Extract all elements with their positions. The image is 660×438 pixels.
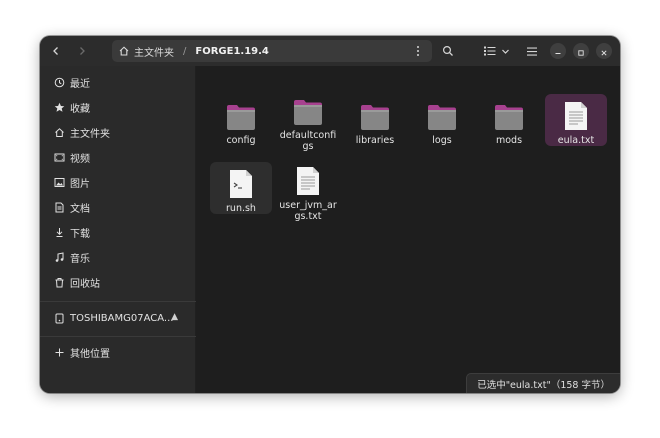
path-home-label[interactable]: 主文件夹 xyxy=(134,44,174,59)
path-current-folder[interactable]: FORGE1.19.4 xyxy=(195,46,269,57)
path-separator: / xyxy=(183,45,187,57)
file-manager-window: 主文件夹 / FORGE1.19.4 最近 收藏 主文件夹 视频 图片 文档 下… xyxy=(40,36,620,393)
folder-item[interactable]: config xyxy=(210,94,272,146)
folder-icon xyxy=(360,98,390,131)
text-file-icon xyxy=(564,98,588,131)
image-icon xyxy=(52,176,66,190)
sidebar-item-documents[interactable]: 文档 xyxy=(46,197,192,218)
back-button[interactable] xyxy=(46,41,66,61)
sidebar-item-label: 最近 xyxy=(70,79,90,90)
sidebar-divider xyxy=(40,301,196,302)
sidebar-item-label: 其他位置 xyxy=(70,349,110,360)
eject-icon[interactable]: ▲ xyxy=(171,312,178,322)
forward-button[interactable] xyxy=(72,41,92,61)
folder-icon xyxy=(494,98,524,131)
chevron-right-icon xyxy=(77,46,87,56)
sidebar-item-label: 视频 xyxy=(70,154,90,165)
file-name-label: user_jvm_args.txt xyxy=(279,200,337,222)
sidebar-item-other-locations[interactable]: 其他位置 xyxy=(46,342,192,363)
file-name-label: config xyxy=(226,135,256,146)
file-item[interactable]: run.sh xyxy=(210,162,272,214)
status-bar: 已选中"eula.txt"（158 字节） xyxy=(466,373,620,393)
text-file-icon xyxy=(296,166,320,196)
file-name-label: libraries xyxy=(355,135,395,146)
sidebar-item-downloads[interactable]: 下载 xyxy=(46,222,192,243)
sidebar-item-label: TOSHIBAMG07ACA... xyxy=(70,313,174,324)
sidebar-item-label: 主文件夹 xyxy=(70,129,110,140)
sidebar-item-videos[interactable]: 视频 xyxy=(46,147,192,168)
trash-icon xyxy=(52,276,66,290)
main-menu-button[interactable] xyxy=(522,41,542,61)
view-options-button[interactable] xyxy=(498,41,512,61)
chevron-left-icon xyxy=(51,46,61,56)
folder-item[interactable]: logs xyxy=(411,94,473,146)
file-name-label: mods xyxy=(495,135,523,146)
hamburger-icon xyxy=(527,47,537,56)
file-item[interactable]: user_jvm_args.txt xyxy=(277,162,339,222)
sidebar-item-label: 下载 xyxy=(70,229,90,240)
download-icon xyxy=(52,226,66,240)
file-name-label: logs xyxy=(432,135,452,146)
file-grid: config defaultconfigs libraries logs mods eul… xyxy=(197,66,620,393)
sidebar-item-label: 文档 xyxy=(70,204,90,215)
headerbar: 主文件夹 / FORGE1.19.4 xyxy=(40,36,620,66)
music-icon xyxy=(52,251,66,265)
path-options-icon[interactable] xyxy=(410,43,426,59)
sidebar-item-label: 图片 xyxy=(70,179,90,190)
search-button[interactable] xyxy=(438,41,458,61)
home-icon xyxy=(52,126,66,140)
sidebar-divider xyxy=(40,336,196,337)
maximize-button[interactable] xyxy=(573,43,589,59)
search-icon xyxy=(442,45,454,57)
sidebar-item-trash[interactable]: 回收站 xyxy=(46,272,192,293)
minimize-button[interactable] xyxy=(550,43,566,59)
script-file-icon xyxy=(229,166,253,199)
minimize-icon xyxy=(554,42,562,61)
file-name-label: defaultconfigs xyxy=(279,130,337,152)
list-view-icon xyxy=(484,46,496,56)
file-name-label: eula.txt xyxy=(557,135,595,146)
clock-icon xyxy=(52,76,66,90)
sidebar-item-recent[interactable]: 最近 xyxy=(46,72,192,93)
folder-icon xyxy=(226,98,256,131)
sidebar-item-music[interactable]: 音乐 xyxy=(46,247,192,268)
folder-item[interactable]: libraries xyxy=(344,94,406,146)
home-icon xyxy=(118,45,130,57)
sidebar-item-drive[interactable]: TOSHIBAMG07ACA... ▲ xyxy=(46,308,192,329)
maximize-icon xyxy=(577,42,585,61)
sidebar-item-label: 回收站 xyxy=(70,279,100,290)
document-icon xyxy=(52,201,66,215)
sidebar-item-home[interactable]: 主文件夹 xyxy=(46,122,192,143)
video-icon xyxy=(52,151,66,165)
sidebar-item-label: 收藏 xyxy=(70,104,90,115)
folder-icon xyxy=(293,98,323,126)
chevron-down-icon xyxy=(501,47,510,56)
close-icon xyxy=(600,42,608,61)
folder-item[interactable]: mods xyxy=(478,94,540,146)
sidebar-item-pictures[interactable]: 图片 xyxy=(46,172,192,193)
path-bar[interactable]: 主文件夹 / FORGE1.19.4 xyxy=(112,40,432,62)
sidebar-item-label: 音乐 xyxy=(70,254,90,265)
folder-item[interactable]: defaultconfigs xyxy=(277,94,339,152)
drive-icon xyxy=(52,312,66,326)
folder-icon xyxy=(427,98,457,131)
sidebar-item-starred[interactable]: 收藏 xyxy=(46,97,192,118)
file-name-label: run.sh xyxy=(226,203,256,214)
view-toggle-button[interactable] xyxy=(480,41,500,61)
plus-icon xyxy=(52,346,66,360)
file-item[interactable]: eula.txt xyxy=(545,94,607,146)
star-icon xyxy=(52,101,66,115)
close-button[interactable] xyxy=(596,43,612,59)
sidebar: 最近 收藏 主文件夹 视频 图片 文档 下载 音乐 回收站 TOSHIBAMG0… xyxy=(40,66,196,393)
